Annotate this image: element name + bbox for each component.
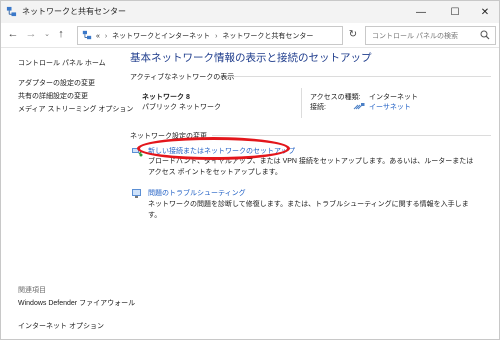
network-type-link[interactable]: パブリック ネットワーク [142, 102, 221, 112]
maximize-button[interactable]: ☐ [441, 1, 469, 23]
breadcrumb-sharing-center[interactable]: ネットワークと共有センター [222, 33, 313, 40]
sidebar: コントロール パネル ホーム アダプターの設定の変更 共有の詳細設定の変更 メデ… [1, 48, 135, 339]
refresh-button[interactable]: ↻ [344, 26, 362, 43]
close-button[interactable]: ✕ [471, 1, 499, 23]
breadcrumb: « › ネットワークとインターネット › ネットワークと共有センター [96, 31, 313, 41]
breadcrumb-network-internet[interactable]: ネットワークとインターネット [112, 33, 210, 40]
sidebar-item-internet-options[interactable]: インターネット オプション [18, 321, 104, 331]
navigation-bar: ← → ⌄ ↑ « › ネットワークとインターネット › ネットワークと共有セン… [1, 23, 499, 48]
ethernet-icon [353, 103, 365, 110]
access-type-label: アクセスの種類: [310, 94, 361, 101]
network-center-icon [6, 6, 17, 17]
highlight-annotation [137, 137, 290, 160]
search-icon [480, 30, 490, 40]
sidebar-item-control-panel-home[interactable]: コントロール パネル ホーム [18, 58, 106, 68]
network-center-icon [82, 30, 92, 40]
address-bar[interactable]: « › ネットワークとインターネット › ネットワークと共有センター ⌄ [77, 26, 408, 45]
troubleshoot-description: ネットワークの問題を診断して修復します。または、トラブルシューティングに関する情… [148, 201, 469, 219]
connection-label: 接続: [310, 104, 326, 111]
network-info-divider [301, 88, 302, 118]
troubleshoot-icon [132, 189, 141, 198]
related-section-label: 関連項目 [18, 287, 46, 294]
section-divider [212, 135, 491, 136]
section-divider [227, 76, 491, 77]
breadcrumb-overflow[interactable]: « [96, 33, 100, 40]
sidebar-item-media-streaming[interactable]: メディア ストリーミング オプション [18, 104, 133, 114]
breadcrumb-separator: › [104, 33, 108, 40]
window-title: ネットワークと共有センター [22, 7, 126, 16]
page-title: 基本ネットワーク情報の表示と接続のセットアップ [130, 52, 372, 64]
forward-button[interactable]: → [23, 26, 39, 42]
active-networks-section-label: アクティブなネットワークの表示 [130, 74, 235, 81]
network-sharing-center-window: ネットワークと共有センター — ☐ ✕ ← → ⌄ ↑ « › ネットワークとイ… [0, 0, 500, 340]
sidebar-item-adapter-settings[interactable]: アダプターの設定の変更 [18, 78, 95, 88]
title-bar: ネットワークと共有センター — ☐ ✕ [1, 1, 499, 23]
network-name: ネットワーク 8 [142, 94, 190, 101]
sidebar-item-advanced-sharing[interactable]: 共有の詳細設定の変更 [18, 91, 88, 101]
search-input[interactable]: コントロール パネルの検索 [365, 26, 496, 45]
minimize-button[interactable]: — [407, 1, 435, 23]
up-button[interactable]: ↑ [53, 26, 69, 42]
breadcrumb-separator: › [215, 33, 218, 40]
access-type-value: インターネット [369, 94, 418, 101]
sidebar-item-firewall[interactable]: Windows Defender ファイアウォール [18, 298, 135, 309]
main-content: 基本ネットワーク情報の表示と接続のセットアップ アクティブなネットワークの表示 … [125, 48, 497, 339]
connection-ethernet-link[interactable]: イーサネット [369, 102, 411, 112]
troubleshoot-link[interactable]: 問題のトラブルシューティング [148, 188, 246, 198]
search-placeholder: コントロール パネルの検索 [372, 33, 458, 40]
back-button[interactable]: ← [5, 26, 21, 42]
